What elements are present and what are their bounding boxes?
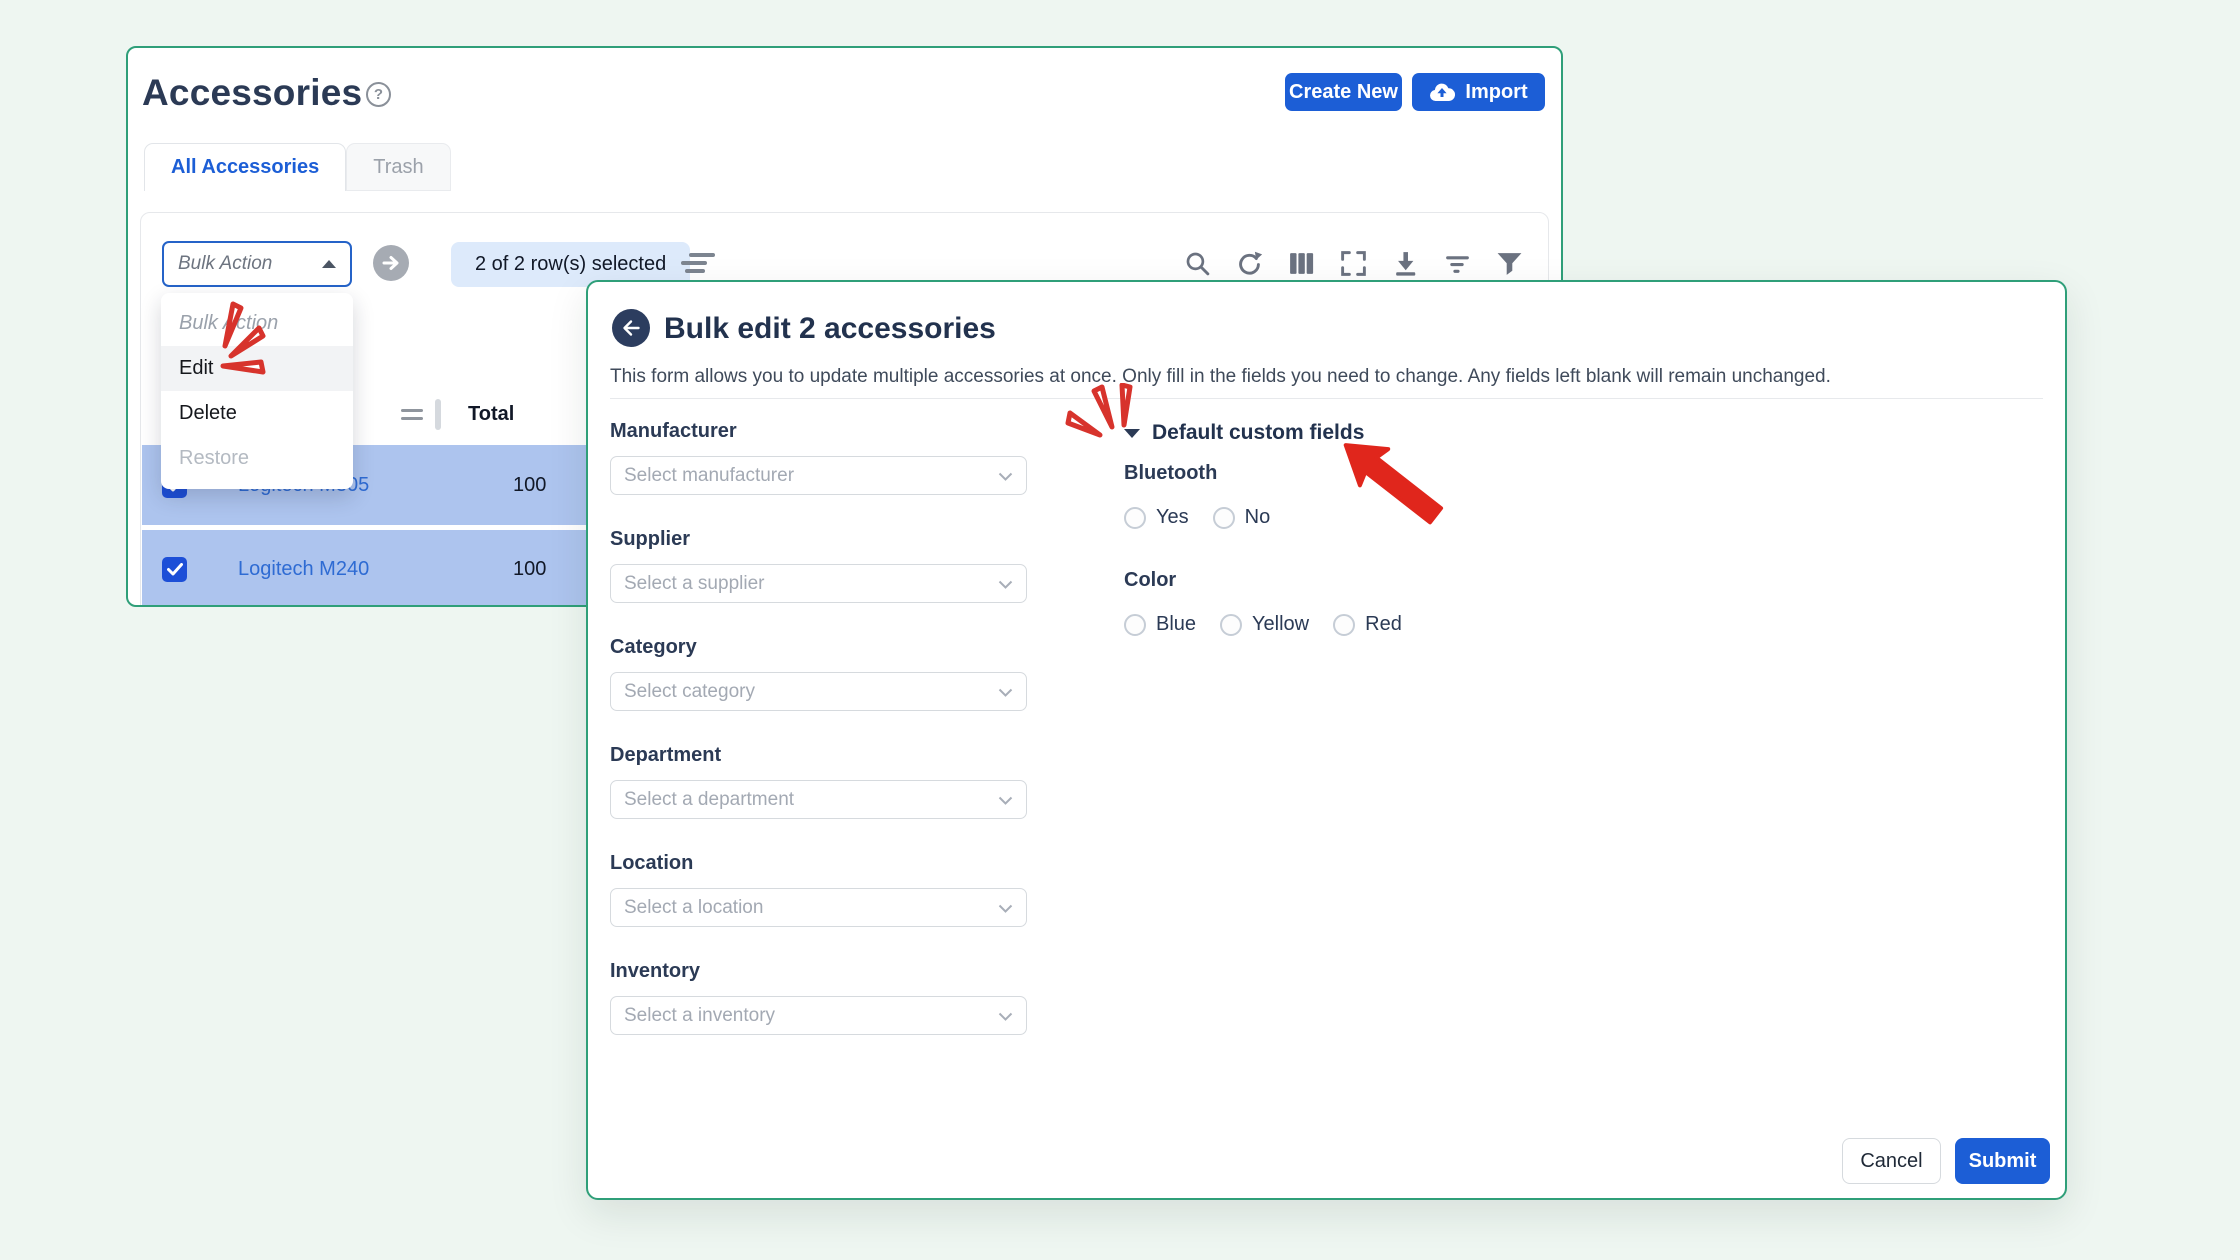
bulk-action-value: Bulk Action: [178, 253, 272, 275]
select-placeholder: Select category: [624, 681, 755, 703]
bulk-action-menu: Bulk Action Edit Delete Restore: [161, 293, 353, 489]
color-radio-group: Blue Yellow Red: [1124, 613, 1426, 636]
panel-title: Bulk edit 2 accessories: [664, 312, 996, 346]
row-checkbox-checked-icon[interactable]: [162, 557, 187, 582]
manufacturer-select[interactable]: Select manufacturer: [610, 456, 1027, 495]
radio-bluetooth-yes[interactable]: [1124, 507, 1146, 529]
column-resize-handle-icon[interactable]: [401, 409, 423, 425]
select-placeholder: Select a inventory: [624, 1005, 775, 1027]
department-select[interactable]: Select a department: [610, 780, 1027, 819]
row-total-value: 100: [513, 558, 546, 581]
row-density-icon[interactable]: [679, 253, 719, 277]
radio-label: Blue: [1156, 613, 1196, 636]
caret-down-icon: [1124, 429, 1140, 438]
select-placeholder: Select a department: [624, 789, 794, 811]
custom-field-label-bluetooth: Bluetooth: [1124, 462, 1426, 485]
import-button[interactable]: Import: [1412, 73, 1545, 111]
tab-trash[interactable]: Trash: [346, 143, 450, 191]
refresh-icon[interactable]: [1235, 249, 1264, 278]
fullscreen-icon[interactable]: [1339, 249, 1368, 278]
field-label-inventory: Inventory: [610, 960, 1027, 983]
chevron-down-icon: [998, 1005, 1013, 1027]
tab-bar: All Accessories Trash: [144, 143, 451, 191]
radio-label: Yes: [1156, 506, 1189, 529]
filter-lines-icon[interactable]: [1443, 249, 1472, 278]
arrow-right-icon: [381, 253, 401, 273]
radio-bluetooth-no[interactable]: [1213, 507, 1235, 529]
columns-icon[interactable]: [1287, 249, 1316, 278]
location-select[interactable]: Select a location: [610, 888, 1027, 927]
table-toolbar-icons: [1183, 249, 1524, 278]
back-button[interactable]: [612, 309, 650, 347]
search-icon[interactable]: [1183, 249, 1212, 278]
arrow-left-icon: [620, 317, 642, 339]
radio-color-yellow[interactable]: [1220, 614, 1242, 636]
menu-item-delete[interactable]: Delete: [161, 391, 353, 436]
bulk-edit-form: Manufacturer Select manufacturer Supplie…: [610, 420, 1027, 1068]
radio-label: Yellow: [1252, 613, 1309, 636]
custom-fields-toggle[interactable]: Default custom fields: [1124, 421, 1426, 445]
menu-item-bulk-action[interactable]: Bulk Action: [161, 301, 353, 346]
column-separator[interactable]: [435, 399, 441, 430]
bulk-edit-panel: Bulk edit 2 accessories This form allows…: [586, 280, 2067, 1200]
divider: [610, 398, 2043, 399]
radio-color-blue[interactable]: [1124, 614, 1146, 636]
chevron-down-icon: [998, 681, 1013, 703]
radio-color-red[interactable]: [1333, 614, 1355, 636]
bulk-action-select[interactable]: Bulk Action: [162, 241, 352, 287]
menu-item-restore[interactable]: Restore: [161, 436, 353, 481]
import-label: Import: [1465, 81, 1527, 104]
custom-field-label-color: Color: [1124, 569, 1426, 592]
menu-item-edit[interactable]: Edit: [161, 346, 353, 391]
field-label-department: Department: [610, 744, 1027, 767]
row-total-value: 100: [513, 474, 546, 497]
tab-all-accessories[interactable]: All Accessories: [144, 143, 346, 191]
custom-fields-title: Default custom fields: [1152, 421, 1364, 445]
custom-fields-section: Default custom fields Bluetooth Yes No C…: [1124, 421, 1426, 676]
bluetooth-radio-group: Yes No: [1124, 506, 1426, 529]
radio-label: Red: [1365, 613, 1402, 636]
cancel-button[interactable]: Cancel: [1842, 1138, 1941, 1184]
select-placeholder: Select a supplier: [624, 573, 764, 595]
chevron-down-icon: [998, 465, 1013, 487]
apply-bulk-action-button[interactable]: [373, 245, 409, 281]
inventory-select[interactable]: Select a inventory: [610, 996, 1027, 1035]
create-new-label: Create New: [1289, 81, 1398, 104]
page-title: Accessories: [142, 72, 362, 114]
chevron-down-icon: [998, 897, 1013, 919]
field-label-manufacturer: Manufacturer: [610, 420, 1027, 443]
select-placeholder: Select a location: [624, 897, 763, 919]
create-new-button[interactable]: Create New: [1285, 73, 1402, 111]
chevron-down-icon: [998, 573, 1013, 595]
radio-label: No: [1245, 506, 1271, 529]
submit-button[interactable]: Submit: [1955, 1138, 2050, 1184]
category-select[interactable]: Select category: [610, 672, 1027, 711]
chevron-down-icon: [998, 789, 1013, 811]
field-label-location: Location: [610, 852, 1027, 875]
supplier-select[interactable]: Select a supplier: [610, 564, 1027, 603]
filter-funnel-icon[interactable]: [1495, 249, 1524, 278]
help-icon[interactable]: ?: [366, 82, 391, 107]
select-placeholder: Select manufacturer: [624, 465, 794, 487]
column-header-total: Total: [468, 403, 514, 426]
download-icon[interactable]: [1391, 249, 1420, 278]
chevron-up-icon: [322, 260, 336, 268]
panel-description: This form allows you to update multiple …: [610, 366, 1831, 388]
field-label-supplier: Supplier: [610, 528, 1027, 551]
accessory-link[interactable]: Logitech M240: [238, 558, 438, 581]
cloud-upload-icon: [1429, 82, 1455, 102]
field-label-category: Category: [610, 636, 1027, 659]
